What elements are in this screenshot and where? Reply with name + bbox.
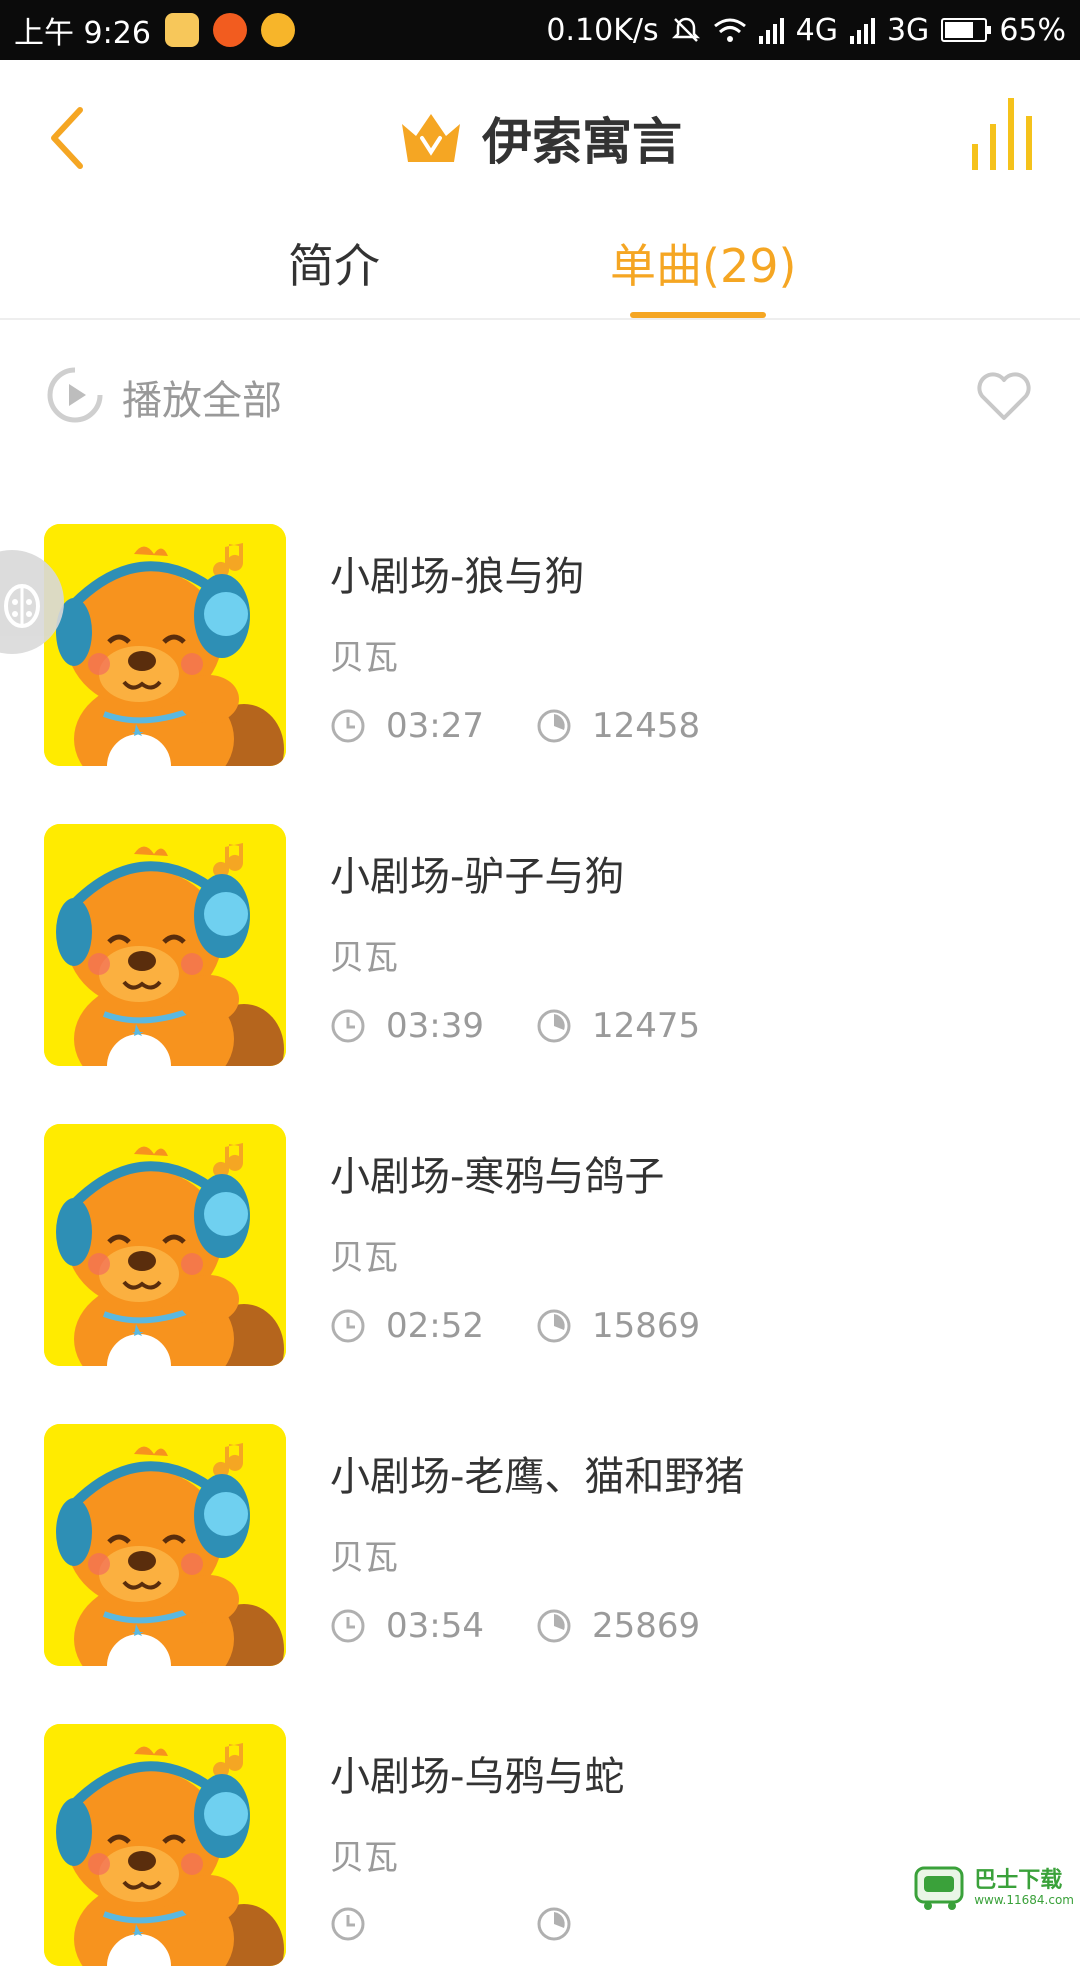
song-duration: 03:54 [386,1606,484,1646]
play-all-label[interactable]: 播放全部 [122,368,282,426]
clock-icon [331,709,365,743]
bear-mascot-cover-icon [44,1124,286,1366]
clock-icon [331,1907,365,1941]
song-cover[interactable] [44,824,286,1066]
floating-bug-button[interactable] [0,550,64,654]
song-title[interactable]: 小剧场-狼与狗 [330,544,584,602]
watermark-logo-icon [914,1866,964,1910]
clock-icon [331,1309,365,1343]
play-count-disc-icon [537,1009,571,1043]
notification-app-icon [164,13,199,47]
battery-percent: 65% [999,12,1066,48]
watermark: 巴士下载 www.11684.com [912,1864,1074,1912]
song-list-item[interactable]: 小剧场-老鹰、猫和野猪 贝瓦 03:54 25869 [0,1420,1080,1666]
ladybug-icon [4,584,40,628]
play-count-disc-icon [537,709,571,743]
song-title[interactable]: 小剧场-驴子与狗 [330,844,624,902]
network-type-1: 4G [795,12,838,48]
title-group: 伊索寓言 [0,102,1080,174]
play-count-disc-icon [537,1609,571,1643]
status-bar: 上午 9:26 0.10K/s 4G 3G 65% [0,0,1080,60]
bear-mascot-cover-icon [44,524,286,766]
song-duration: 02:52 [386,1306,484,1346]
song-list-item[interactable]: 小剧场-驴子与狗 贝瓦 03:39 12475 [0,820,1080,1066]
active-tab-indicator [630,312,766,318]
song-cover[interactable] [44,1124,286,1366]
bear-mascot-cover-icon [44,1424,286,1666]
crown-vip-icon [402,114,460,162]
song-cover[interactable] [44,524,286,766]
song-artist: 贝瓦 [330,1238,398,1278]
song-list-item[interactable]: 小剧场-狼与狗 贝瓦 03:27 12458 [0,520,1080,766]
watermark-url: www.11684.com [974,1892,1074,1907]
app-header: 伊索寓言 [0,60,1080,210]
song-title[interactable]: 小剧场-乌鸦与蛇 [330,1744,624,1802]
signal-icon [758,16,784,44]
notification-app-icon [212,13,247,47]
play-circle-icon[interactable] [46,366,104,424]
song-meta: 03:39 12475 [330,1006,700,1046]
song-meta: 02:52 15869 [330,1306,700,1346]
song-meta: 03:27 12458 [330,706,700,746]
status-time: 上午 9:26 [14,16,151,51]
signal-icon [849,16,875,44]
song-play-count: 12475 [592,1006,701,1046]
bear-mascot-cover-icon [44,1724,286,1966]
song-cover[interactable] [44,1724,286,1966]
play-count-disc-icon [537,1907,571,1941]
song-duration: 03:39 [386,1006,484,1046]
play-all-row[interactable]: 播放全部 [0,350,1080,440]
bear-mascot-cover-icon [44,824,286,1066]
network-type-2: 3G [886,12,930,48]
clock-icon [331,1009,365,1043]
tab-songs[interactable]: 单曲(29) [610,230,796,296]
mute-bell-icon [671,17,700,42]
song-meta: 03:54 25869 [330,1606,700,1646]
song-artist: 贝瓦 [330,938,398,978]
battery-icon [941,18,992,42]
watermark-name: 巴士下载 [974,1868,1063,1894]
song-cover[interactable] [44,1424,286,1666]
song-list-item[interactable]: 小剧场-寒鸦与鸽子 贝瓦 02:52 15869 [0,1120,1080,1366]
equalizer-icon[interactable] [968,94,1040,174]
song-artist: 贝瓦 [330,638,398,678]
song-artist: 贝瓦 [330,1838,398,1878]
weather-icon [260,13,295,47]
song-meta [330,1906,592,1942]
song-artist: 贝瓦 [330,1538,398,1578]
song-list-item[interactable]: 小剧场-乌鸦与蛇 贝瓦 [0,1720,1080,1966]
page-title: 伊索寓言 [482,113,682,171]
song-title[interactable]: 小剧场-寒鸦与鸽子 [330,1144,664,1202]
tab-intro[interactable]: 简介 [288,230,380,296]
song-play-count: 25869 [592,1606,701,1646]
clock-icon [331,1609,365,1643]
play-count-disc-icon [537,1309,571,1343]
wifi-icon [713,18,746,42]
song-title[interactable]: 小剧场-老鹰、猫和野猪 [330,1444,744,1502]
song-duration: 03:27 [386,706,484,746]
network-speed: 0.10K/s [546,12,659,48]
song-play-count: 12458 [592,706,701,746]
song-play-count: 15869 [592,1306,701,1346]
heart-icon[interactable] [974,368,1034,422]
tab-bar: 简介 单曲(29) [0,210,1080,320]
